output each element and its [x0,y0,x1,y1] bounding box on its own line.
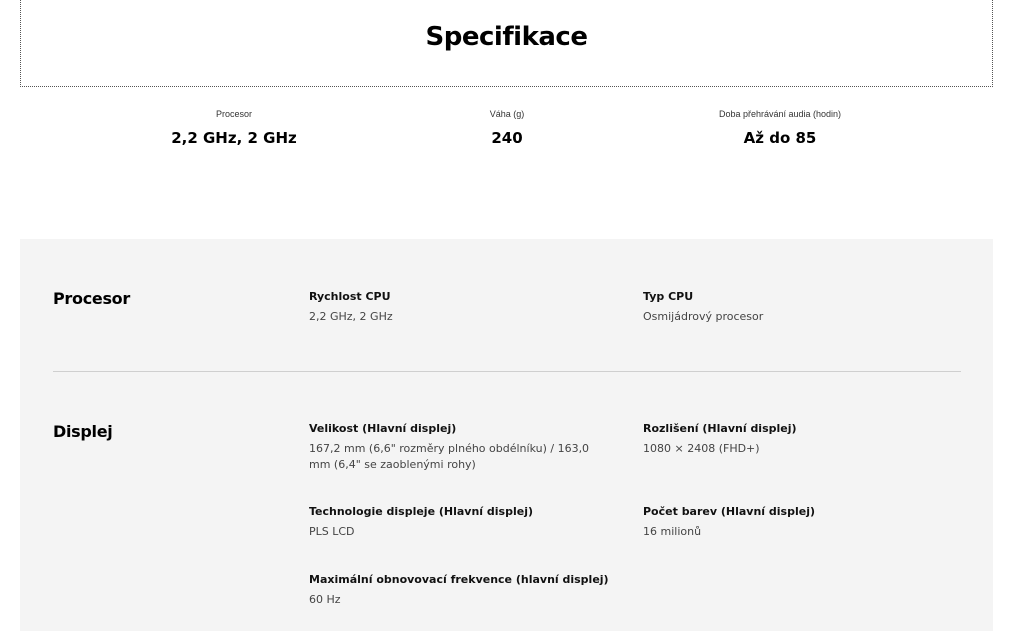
highlight-weight: Váha (g) 240 [357,108,657,147]
section-title: Procesor [53,289,130,308]
highlight-value: Až do 85 [743,129,817,147]
spec-value: 167,2 mm (6,6" rozměry plného obdélníku)… [309,442,590,471]
spec-value: PLS LCD [309,525,355,538]
spec-label: Maximální obnovovací frekvence (hlavní d… [309,573,609,586]
highlight-audio-playback: Doba přehrávání audia (hodin) Až do 85 [630,108,930,147]
spec-item-cpu-type: Typ CPU Osmijádrový procesor [643,290,943,325]
spec-panel: Procesor Rychlost CPU 2,2 GHz, 2 GHz Typ… [20,239,993,631]
section-display: Displej Velikost (Hlavní displej) 167,2 … [20,372,993,631]
spec-label: Rychlost CPU [309,290,391,303]
spec-item-display-resolution: Rozlišení (Hlavní displej) 1080 × 2408 (… [643,422,943,457]
section-title: Displej [53,422,113,441]
highlight-label: Váha (g) [489,109,525,119]
highlight-label: Doba přehrávání audia (hodin) [718,109,842,119]
spec-item-display-technology: Technologie displeje (Hlavní displej) PL… [309,505,609,540]
spec-label: Velikost (Hlavní displej) [309,422,457,435]
highlight-value: 2,2 GHz, 2 GHz [171,129,297,147]
spec-item-display-size: Velikost (Hlavní displej) 167,2 mm (6,6"… [309,422,609,473]
spec-item-color-depth: Počet barev (Hlavní displej) 16 milionů [643,505,943,540]
spec-label: Technologie displeje (Hlavní displej) [309,505,533,518]
highlight-processor: Procesor 2,2 GHz, 2 GHz [84,108,384,147]
spec-label: Typ CPU [643,290,694,303]
spec-value: Osmijádrový procesor [643,310,764,323]
spec-value: 2,2 GHz, 2 GHz [309,310,393,323]
spec-item-refresh-rate: Maximální obnovovací frekvence (hlavní d… [309,573,609,608]
highlight-label: Procesor [215,109,252,119]
title-box: Specifikace [20,0,993,87]
key-highlights: Procesor 2,2 GHz, 2 GHz Váha (g) 240 Dob… [0,108,1024,158]
specifications-page: Specifikace Procesor 2,2 GHz, 2 GHz Váha… [0,0,1024,631]
spec-value: 60 Hz [309,593,341,606]
spec-value: 16 milionů [643,525,702,538]
spec-item-cpu-speed: Rychlost CPU 2,2 GHz, 2 GHz [309,290,609,325]
spec-label: Rozlišení (Hlavní displej) [643,422,797,435]
highlight-value: 240 [491,129,523,147]
page-title: Specifikace [425,22,588,52]
section-processor: Procesor Rychlost CPU 2,2 GHz, 2 GHz Typ… [20,239,993,372]
spec-value: 1080 × 2408 (FHD+) [643,442,760,455]
spec-label: Počet barev (Hlavní displej) [643,505,815,518]
